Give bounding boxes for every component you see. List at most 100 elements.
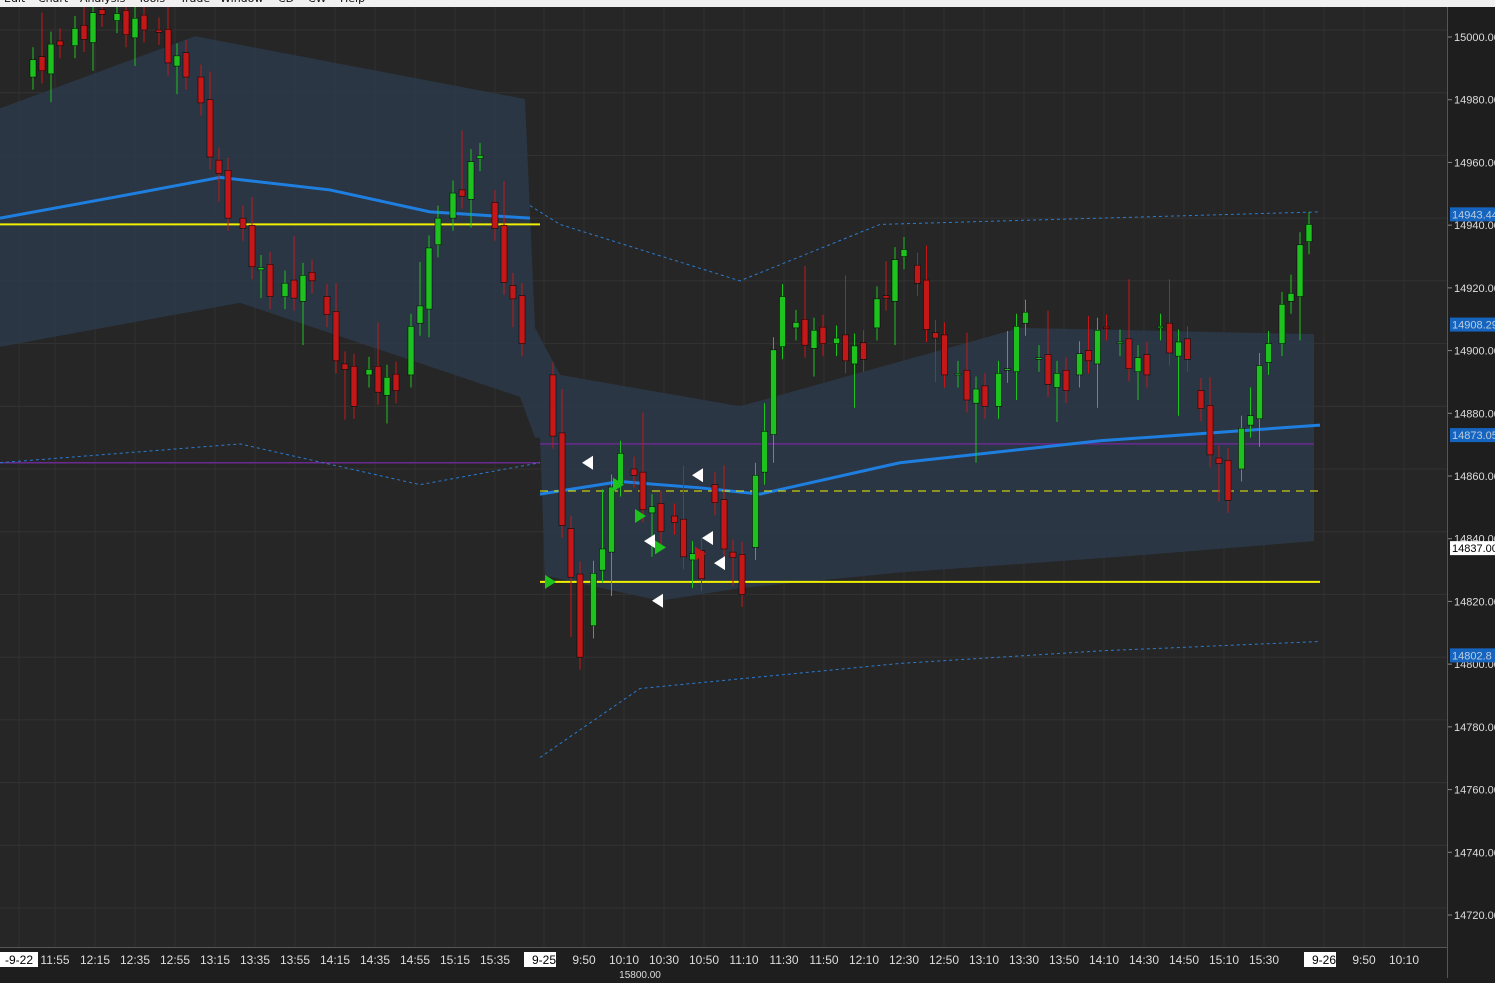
candle-body (1238, 427, 1245, 470)
time-label: 10:50 (689, 953, 719, 967)
candle-body (509, 285, 517, 300)
menu-item[interactable]: Edit (4, 0, 25, 5)
time-label: 11:30 (769, 953, 798, 967)
candle-body (608, 486, 615, 553)
candle-body (299, 275, 307, 302)
candle-body (981, 385, 989, 407)
price-axis[interactable]: 15000.00 14980.00 14960.00 14940.00 14920.00… (1447, 7, 1495, 978)
candle-body (752, 475, 759, 548)
candle-body (281, 282, 289, 297)
candle-body (323, 296, 331, 315)
candle-body (1206, 405, 1214, 456)
candle-body (738, 554, 746, 595)
candlestick-chart[interactable] (0, 0, 1447, 947)
chart-area[interactable] (0, 0, 1447, 947)
candle-body (923, 279, 930, 330)
candle-body (819, 326, 827, 344)
candle-body (1166, 322, 1173, 354)
price-tick-label: 14740.00 (1454, 847, 1495, 859)
time-label: 13:35 (240, 953, 270, 967)
candle-body (206, 99, 214, 158)
menu-item[interactable]: Tools (138, 0, 165, 5)
time-label: 10:10 (609, 953, 639, 967)
candle-body (1035, 357, 1043, 360)
time-label: 14:15 (320, 953, 350, 967)
candle-body (639, 471, 647, 511)
price-marker-label: 14837.00 (1452, 543, 1495, 555)
candle-body (1076, 353, 1083, 376)
menu-item[interactable]: Chart (38, 0, 68, 5)
menu-item[interactable]: Trade (180, 0, 210, 5)
menu-item[interactable]: Analysis (80, 0, 125, 5)
candle-body (173, 55, 181, 67)
candle-body (810, 329, 818, 349)
time-label: 11:50 (809, 953, 838, 967)
price-tick-label: 14940.00 (1454, 220, 1495, 232)
time-label: 12:55 (160, 953, 190, 967)
price-axis-labels: 15000.00 14980.00 14960.00 14940.00 14920.00… (1448, 32, 1495, 922)
candle-body (1256, 365, 1263, 420)
time-label: 11:10 (729, 953, 758, 967)
candle-body (89, 12, 97, 43)
menu-bar: Edit Chart Analysis Tools Trade Window CD CW Hel… (0, 0, 1495, 7)
candle-body (47, 43, 55, 75)
candle-body (941, 334, 948, 376)
candle-body (558, 432, 566, 526)
time-label: 12:15 (80, 953, 110, 967)
candle-body (900, 249, 908, 257)
time-label: 10:10 (1389, 953, 1419, 967)
candle-body (425, 247, 433, 310)
candle-body (1305, 224, 1313, 242)
candle-body (630, 468, 638, 476)
upper-band (529, 205, 1321, 282)
candle-body (38, 56, 46, 72)
candle-body (215, 159, 223, 174)
lower-band (539, 640, 1321, 758)
time-label: 12:10 (849, 953, 879, 967)
candle-body (801, 319, 809, 346)
value-area-band (0, 36, 1314, 601)
candle-body (1215, 457, 1223, 464)
time-axis[interactable]: -9-22 11:55 12:15 12:35 12:55 13:15 13:35 13:55… (0, 947, 1447, 981)
candle-body (932, 332, 939, 339)
price-tick-label: 14780.00 (1454, 722, 1495, 734)
candle-body (914, 264, 921, 284)
candle-body (995, 373, 1002, 407)
time-label: 14:10 (1089, 953, 1119, 967)
candle-body (851, 345, 858, 365)
time-label: 15:10 (1209, 953, 1239, 967)
candle-body (341, 363, 349, 370)
candle-body (873, 298, 881, 329)
candle-body (1143, 354, 1151, 376)
candle-body (1103, 326, 1110, 329)
time-label: 9-25 (532, 953, 556, 967)
candle-body (761, 431, 768, 473)
candle-body (567, 528, 575, 578)
price-tick-label: 14920.00 (1454, 283, 1495, 295)
candle-body (891, 259, 899, 302)
menu-item[interactable]: CW (308, 0, 327, 5)
candle-body (1287, 293, 1295, 302)
time-label: 15:30 (1249, 953, 1279, 967)
price-tick-label: 14860.00 (1454, 471, 1495, 483)
candle-body (155, 29, 163, 33)
menu-item[interactable]: Help (340, 0, 365, 5)
candle-body (617, 453, 624, 485)
candle-body (720, 499, 728, 550)
candle-body (1094, 329, 1101, 365)
candle-body (80, 25, 88, 40)
menu-item[interactable]: Window (220, 0, 263, 5)
candle-body (29, 59, 37, 78)
candle-body (182, 52, 190, 78)
candle-body (1053, 373, 1061, 388)
mid-band (0, 443, 541, 486)
time-label: 11:55 (40, 953, 69, 967)
time-label: 14:35 (360, 953, 390, 967)
candle-body (963, 369, 971, 401)
menu-item[interactable]: CD (278, 0, 294, 5)
candle-body (467, 161, 475, 200)
price-tick-label: 14720.00 (1454, 910, 1495, 922)
time-label: 13:55 (280, 953, 310, 967)
candle-body (770, 349, 777, 435)
candle-body (1184, 338, 1191, 360)
